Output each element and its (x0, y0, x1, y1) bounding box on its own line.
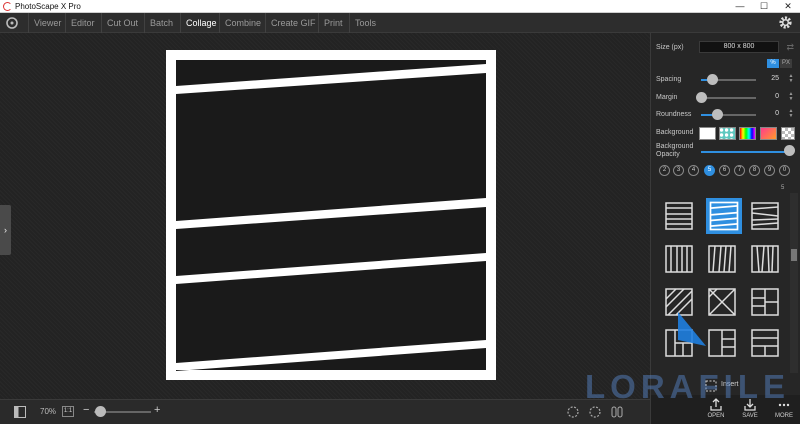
background-transparent-swatch[interactable] (781, 127, 795, 140)
background-spectrum-swatch[interactable] (739, 127, 756, 140)
menu-editor[interactable]: Editor (65, 13, 100, 33)
menu-print[interactable]: Print (318, 13, 348, 33)
photo-count-4[interactable]: 4 (688, 165, 699, 176)
layout-grid-mixed[interactable] (749, 286, 781, 318)
background-gradient-swatch[interactable] (760, 127, 777, 140)
panel-toggle-icon[interactable] (14, 406, 26, 418)
layout-rows-split[interactable] (749, 327, 781, 359)
background-opacity-slider-thumb[interactable] (783, 145, 795, 156)
margin-label: Margin (656, 94, 678, 101)
close-button[interactable]: ✕ (776, 0, 800, 13)
unit-px-toggle[interactable]: PX (780, 59, 792, 68)
layout-horizontal-stripes[interactable] (663, 200, 695, 232)
margin-stepper[interactable]: ▲ ▼ (787, 92, 795, 102)
more-label: MORE (775, 413, 793, 419)
layout-slanted-vertical[interactable] (706, 243, 738, 275)
roundness-stepper[interactable]: ▲ ▼ (787, 109, 795, 119)
menu-create-gif[interactable]: Create GIF (265, 13, 321, 33)
photo-count-2[interactable]: 2 (659, 165, 670, 176)
layout-scrollbar[interactable] (790, 193, 798, 373)
roundness-value[interactable]: 0 (759, 110, 779, 117)
spacing-stepper[interactable]: ▲ ▼ (787, 74, 795, 84)
layout-wavy-stripes[interactable] (749, 200, 781, 232)
layout-wavy-vertical[interactable] (749, 243, 781, 275)
layout-count-label: 5 (781, 185, 785, 191)
background-opacity-label-line1: Background (656, 143, 694, 150)
photo-count-3[interactable]: 3 (673, 165, 684, 176)
spacing-value[interactable]: 25 (759, 75, 779, 82)
collage-preview[interactable] (166, 50, 496, 380)
menu-combine[interactable]: Combine (219, 13, 266, 33)
swap-dimensions-icon[interactable]: ⇄ (786, 42, 794, 53)
menu-cut-out[interactable]: Cut Out (101, 13, 143, 33)
open-label: OPEN (707, 413, 725, 419)
menu-bar: Viewer Editor Cut Out Batch Collage Comb… (0, 13, 800, 33)
maximize-button[interactable]: ☐ (752, 0, 776, 13)
layout-slanted-stripes-selected[interactable] (706, 198, 742, 234)
minimize-button[interactable]: — (728, 0, 752, 13)
background-opacity-label-line2: Opacity (656, 151, 680, 158)
layout-split-rows[interactable] (706, 327, 738, 359)
size-field[interactable]: 800 x 800 (699, 41, 779, 53)
margin-slider-track[interactable] (701, 97, 756, 99)
flip-horizontal-icon[interactable] (611, 406, 623, 418)
home-logo-icon[interactable] (5, 16, 19, 30)
collage-settings-panel: Size (px) 800 x 800 ⇄ % PX Spacing 25 ▲ ▼… (650, 33, 800, 424)
photo-count-0[interactable]: 0 (779, 165, 790, 176)
menu-batch[interactable]: Batch (144, 13, 178, 33)
roundness-label: Roundness (656, 111, 692, 118)
app-logo-icon (3, 2, 12, 11)
margin-slider-thumb[interactable] (695, 92, 707, 103)
watermark-logo-icon (678, 312, 706, 346)
menu-viewer[interactable]: Viewer (28, 13, 66, 33)
actual-size-button[interactable]: 1:1 (62, 406, 74, 417)
bottom-toolbar: 70% 1:1 − + (0, 399, 650, 424)
photo-count-7[interactable]: 7 (734, 165, 745, 176)
collage-canvas-area[interactable]: › (0, 33, 650, 399)
layout-vertical-stripes[interactable] (663, 243, 695, 275)
zoom-slider-thumb[interactable] (95, 406, 107, 417)
photo-count-8[interactable]: 8 (749, 165, 760, 176)
menu-tools[interactable]: Tools (349, 13, 381, 33)
zoom-level-text: 70% (40, 407, 57, 416)
roundness-slider-thumb[interactable] (712, 109, 723, 120)
photo-count-5[interactable]: 5 (704, 165, 715, 176)
size-label: Size (px) (656, 44, 684, 51)
chevron-right-icon: › (4, 225, 7, 235)
spacing-label: Spacing (656, 76, 682, 83)
layout-scrollbar-thumb[interactable] (791, 249, 797, 261)
title-bar: PhotoScape X Pro — ☐ ✕ (0, 0, 800, 13)
window-title: PhotoScape X Pro (15, 2, 81, 11)
app-window: PhotoScape X Pro — ☐ ✕ Viewer Editor Cut… (0, 0, 800, 424)
rotate-left-icon[interactable] (567, 406, 579, 418)
margin-value[interactable]: 0 (759, 93, 779, 100)
background-label: Background (656, 129, 694, 136)
menu-collage[interactable]: Collage (180, 13, 222, 33)
unit-percent-toggle[interactable]: % (767, 59, 779, 68)
collage-cell-2 (176, 73, 486, 221)
zoom-out-button[interactable]: − (83, 404, 89, 416)
background-white-swatch[interactable] (699, 127, 716, 140)
watermark-text: LORAFILE (585, 368, 790, 405)
expand-left-panel-button[interactable]: › (0, 205, 11, 255)
save-label: SAVE (742, 413, 758, 419)
layout-diagonal-cross[interactable] (706, 286, 738, 318)
rotate-right-icon[interactable] (589, 406, 601, 418)
zoom-in-button[interactable]: + (154, 404, 160, 416)
photo-count-6[interactable]: 6 (719, 165, 730, 176)
gear-icon[interactable] (778, 15, 793, 30)
background-pattern-swatch[interactable] (719, 127, 736, 140)
photo-count-9[interactable]: 9 (764, 165, 775, 176)
background-opacity-slider-fill (701, 151, 789, 153)
spacing-slider-thumb[interactable] (706, 74, 718, 85)
